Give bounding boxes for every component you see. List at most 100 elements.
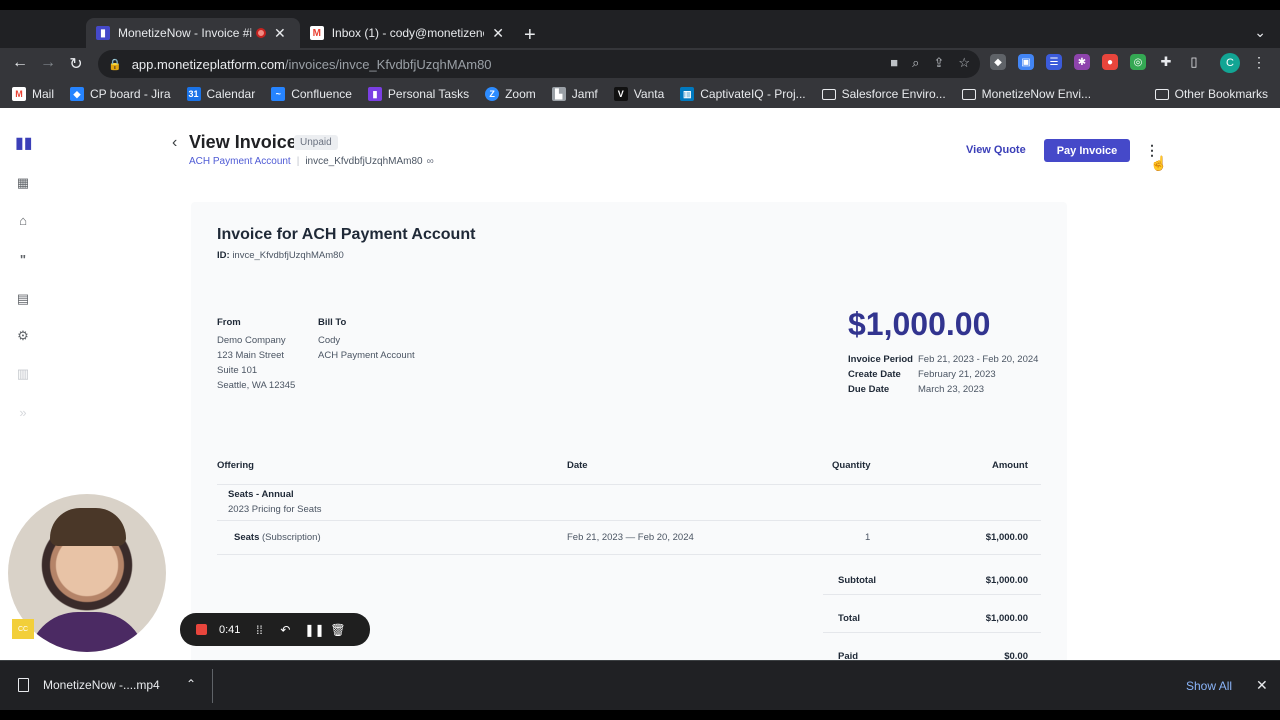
bookmark-personal-tasks[interactable]: ▮ Personal Tasks bbox=[367, 87, 469, 101]
gear-icon[interactable]: ⚙ bbox=[15, 328, 31, 344]
chevron-down-icon[interactable]: ⌄ bbox=[1254, 24, 1266, 41]
page-title: View Invoice bbox=[189, 132, 297, 152]
breadcrumb-account-link[interactable]: ACH Payment Account bbox=[189, 156, 291, 167]
screen-extension-icon[interactable]: ▣ bbox=[1018, 54, 1034, 70]
lock-icon: 🔒 bbox=[108, 58, 122, 71]
tab-strip: ▮ MonetizeNow - Invoice #ir ✕ M Inbox (1… bbox=[0, 10, 1280, 48]
column-offering: Offering bbox=[217, 460, 254, 471]
close-icon[interactable]: ✕ bbox=[274, 25, 286, 42]
confluence-icon: ~ bbox=[271, 87, 286, 101]
quote-icon[interactable]: " bbox=[15, 252, 31, 268]
breadcrumb: ACH Payment Account | invce_KfvdbfjUzqhM… bbox=[189, 156, 434, 167]
view-quote-button[interactable]: View Quote bbox=[966, 144, 1026, 156]
profile-avatar[interactable]: C bbox=[1220, 53, 1240, 73]
address-bar[interactable]: 🔒 app.monetizeplatform.com/invoices/invc… bbox=[98, 50, 980, 78]
bookmark-vanta[interactable]: V Vanta bbox=[613, 87, 664, 101]
sidebar-icon[interactable]: ▯ bbox=[1186, 54, 1202, 70]
bell-extension-icon[interactable]: ● bbox=[1102, 54, 1118, 70]
subtotal-label: Subtotal bbox=[838, 575, 876, 586]
chevron-up-icon[interactable]: ⌃ bbox=[186, 677, 196, 691]
calendar-icon: 31 bbox=[186, 87, 201, 101]
divider bbox=[217, 554, 1041, 555]
camera-icon[interactable]: ■ bbox=[890, 55, 898, 71]
invoice-meta: Invoice Period Feb 21, 2023 - Feb 20, 202… bbox=[848, 354, 1039, 395]
flower-extension-icon[interactable]: ✱ bbox=[1074, 54, 1090, 70]
bookmark-monetizenow[interactable]: MonetizeNow Envi... bbox=[961, 87, 1091, 101]
star-icon[interactable]: ☆ bbox=[958, 55, 970, 71]
tab-inbox[interactable]: M Inbox (1) - cody@monetizenow ✕ bbox=[300, 18, 514, 48]
chart-icon[interactable]: ▥ bbox=[15, 366, 31, 382]
logo-icon[interactable]: ▮▮ bbox=[15, 136, 33, 152]
back-arrow-icon[interactable]: ← bbox=[10, 54, 30, 72]
pay-invoice-button[interactable]: Pay Invoice bbox=[1044, 139, 1130, 162]
collapse-icon[interactable]: » bbox=[15, 405, 31, 421]
gmail-icon: M bbox=[310, 26, 324, 40]
bookmark-calendar[interactable]: 31 Calendar bbox=[186, 87, 255, 101]
zoom-icon[interactable]: ⌕ bbox=[912, 55, 919, 71]
bookmark-mail[interactable]: M Mail bbox=[12, 87, 54, 101]
invoice-total-amount: $1,000.00 bbox=[848, 306, 991, 342]
bookmark-captivateiq[interactable]: ▥ CaptivateIQ - Proj... bbox=[680, 87, 806, 101]
chevron-left-icon[interactable]: ‹ bbox=[172, 134, 177, 152]
browser-menu-icon[interactable]: ⋮ bbox=[1252, 54, 1266, 71]
share-icon[interactable]: ⇪ bbox=[933, 55, 944, 71]
bookmark-salesforce[interactable]: Salesforce Enviro... bbox=[821, 87, 946, 101]
reload-icon[interactable]: ↻ bbox=[66, 54, 86, 74]
shield-extension-icon[interactable]: ◆ bbox=[990, 54, 1006, 70]
invoice-id: ID: invce_KfvdbfjUzqhMAm80 bbox=[217, 250, 344, 261]
monetizenow-icon: ▮ bbox=[96, 26, 110, 40]
recording-icon bbox=[256, 28, 266, 38]
show-all-downloads-link[interactable]: Show All bbox=[1186, 679, 1232, 693]
new-tab-icon[interactable]: + bbox=[524, 24, 536, 47]
pause-icon[interactable]: ❚❚ bbox=[304, 623, 324, 637]
bookmark-jira[interactable]: ◆ CP board - Jira bbox=[70, 87, 171, 101]
invoice-card: Invoice for ACH Payment Account ID: invc… bbox=[191, 202, 1067, 660]
other-bookmarks[interactable]: Other Bookmarks bbox=[1154, 87, 1268, 101]
close-icon[interactable]: ✕ bbox=[1256, 677, 1268, 694]
bookmark-confluence[interactable]: ~ Confluence bbox=[271, 87, 352, 101]
undo-icon[interactable]: ↶ bbox=[278, 623, 292, 637]
tab-monetizenow[interactable]: ▮ MonetizeNow - Invoice #ir ✕ bbox=[86, 18, 300, 48]
close-icon[interactable]: ✕ bbox=[492, 25, 504, 42]
bank-icon[interactable]: ⌂ bbox=[15, 213, 31, 229]
zoom-icon: Z bbox=[485, 87, 500, 101]
puzzle-icon[interactable]: ✚ bbox=[1158, 54, 1174, 70]
list-extension-icon[interactable]: ☰ bbox=[1046, 54, 1062, 70]
bill-to-address: Bill To Cody ACH Payment Account bbox=[318, 317, 415, 361]
offering-group-description: 2023 Pricing for Seats bbox=[228, 504, 322, 515]
folder-icon bbox=[961, 88, 976, 100]
dashboard-icon[interactable]: ▦ bbox=[15, 175, 31, 191]
document-icon[interactable]: ▤ bbox=[15, 291, 31, 307]
subtotal-value: $1,000.00 bbox=[985, 575, 1028, 586]
gmail-icon: M bbox=[12, 87, 26, 101]
tab-label: Inbox (1) - cody@monetizenow bbox=[331, 26, 485, 40]
sticky-note: CC bbox=[12, 619, 34, 639]
app-page: ▮▮ ▦ ⌂ " ▤ ⚙ ▥ » ‹ View Invoice Unpaid A… bbox=[0, 108, 1280, 660]
paid-label: Paid bbox=[838, 651, 859, 660]
browser-toolbar: ← → ↻ 🔒 app.monetizeplatform.com/invoice… bbox=[0, 48, 1280, 80]
offering-group-name: Seats - Annual bbox=[228, 489, 294, 500]
breadcrumb-invoice-id: invce_KfvdbfjUzqhMAm80 bbox=[305, 156, 423, 167]
trello-icon: ▥ bbox=[680, 87, 695, 101]
bookmark-jamf[interactable]: ▙ Jamf bbox=[551, 87, 598, 101]
grid-icon[interactable]: ⁞⁞ bbox=[252, 623, 266, 637]
bookmark-zoom[interactable]: Z Zoom bbox=[485, 87, 536, 101]
paid-value: $0.00 bbox=[1004, 651, 1028, 660]
divider bbox=[212, 669, 213, 703]
screen: ▮ MonetizeNow - Invoice #ir ✕ M Inbox (1… bbox=[0, 0, 1280, 720]
forward-arrow-icon[interactable]: → bbox=[38, 54, 58, 72]
download-item[interactable]: MonetizeNow -....mp4 bbox=[18, 678, 160, 692]
hand-cursor-icon: ☝ bbox=[1150, 155, 1168, 171]
line-item-date: Feb 21, 2023 — Feb 20, 2024 bbox=[567, 532, 694, 543]
jamf-icon: ▙ bbox=[551, 87, 566, 101]
globe-extension-icon[interactable]: ◎ bbox=[1130, 54, 1146, 70]
from-address: From Demo Company 123 Main Street Suite … bbox=[217, 317, 296, 391]
folder-icon bbox=[821, 88, 836, 100]
tasks-icon: ▮ bbox=[367, 87, 382, 101]
stop-recording-button[interactable] bbox=[196, 624, 207, 635]
total-value: $1,000.00 bbox=[985, 613, 1028, 624]
jira-icon: ◆ bbox=[70, 87, 85, 101]
url-path: /invoices/invce_KfvdbfjUzqhMAm80 bbox=[284, 56, 492, 72]
copy-link-icon[interactable]: ∞ bbox=[427, 156, 434, 167]
trash-icon[interactable]: 🗑 bbox=[330, 623, 345, 637]
